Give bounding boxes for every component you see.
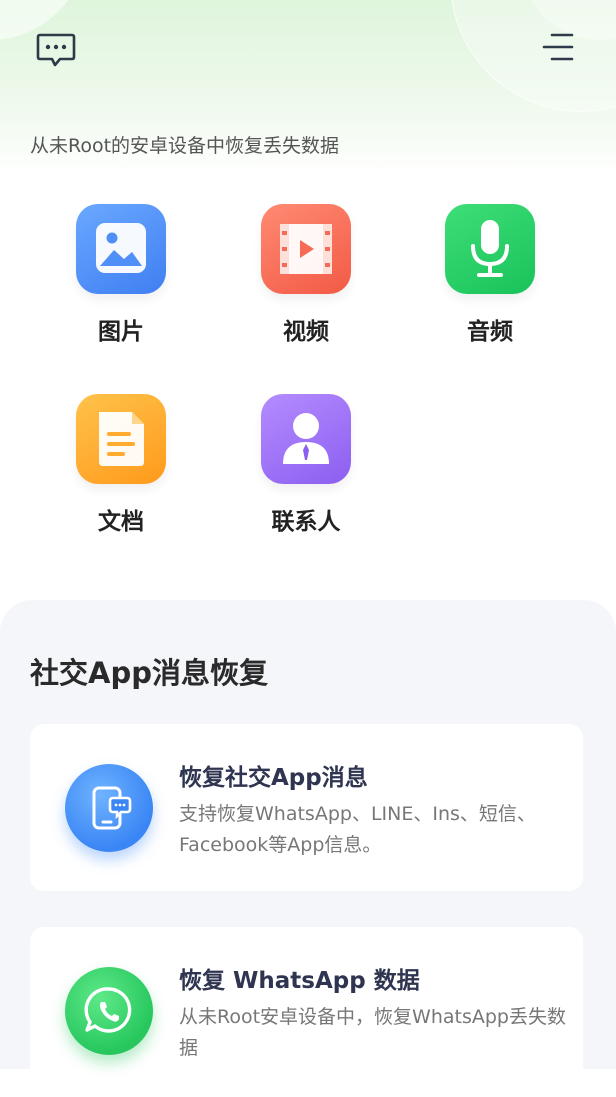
card-title: 恢复社交App消息 [179, 765, 368, 791]
video-icon [261, 204, 351, 294]
category-label: 文档 [98, 509, 144, 535]
document-icon [76, 394, 166, 484]
whatsapp-icon [65, 967, 153, 1055]
category-label: 音频 [467, 319, 513, 345]
chat-bubble-icon[interactable] [34, 27, 78, 71]
category-audio[interactable]: 音频 [425, 204, 555, 346]
image-icon [76, 204, 166, 294]
social-section: 社交App消息恢复 恢复社交App消息 支持恢复WhatsApp、LINE、In… [0, 600, 616, 1097]
header-area: 从未Root的安卓设备中恢复丢失数据 图片 视频 音频 文档 联系人 [0, 0, 616, 600]
page-subtitle: 从未Root的安卓设备中恢复丢失数据 [30, 135, 340, 157]
category-label: 视频 [283, 319, 329, 345]
section-title: 社交App消息恢复 [30, 656, 268, 690]
category-label: 图片 [98, 319, 144, 345]
category-documents[interactable]: 文档 [56, 394, 186, 536]
category-images[interactable]: 图片 [56, 204, 186, 346]
category-contacts[interactable]: 联系人 [241, 394, 371, 536]
phone-chat-icon [65, 764, 153, 852]
category-videos[interactable]: 视频 [241, 204, 371, 346]
card-title: 恢复 WhatsApp 数据 [179, 968, 420, 994]
category-label: 联系人 [271, 509, 341, 535]
card-description: 从未Root安卓设备中，恢复WhatsApp丢失数据 [179, 1006, 566, 1059]
microphone-icon [445, 204, 535, 294]
menu-icon[interactable] [536, 27, 580, 71]
contact-icon [261, 394, 351, 484]
card-description: 支持恢复WhatsApp、LINE、Ins、短信、Facebook等App信息。 [179, 803, 536, 856]
recover-whatsapp-card[interactable]: 恢复 WhatsApp 数据 从未Root安卓设备中，恢复WhatsApp丢失数… [30, 927, 583, 1097]
recover-social-messages-card[interactable]: 恢复社交App消息 支持恢复WhatsApp、LINE、Ins、短信、Faceb… [30, 724, 583, 891]
